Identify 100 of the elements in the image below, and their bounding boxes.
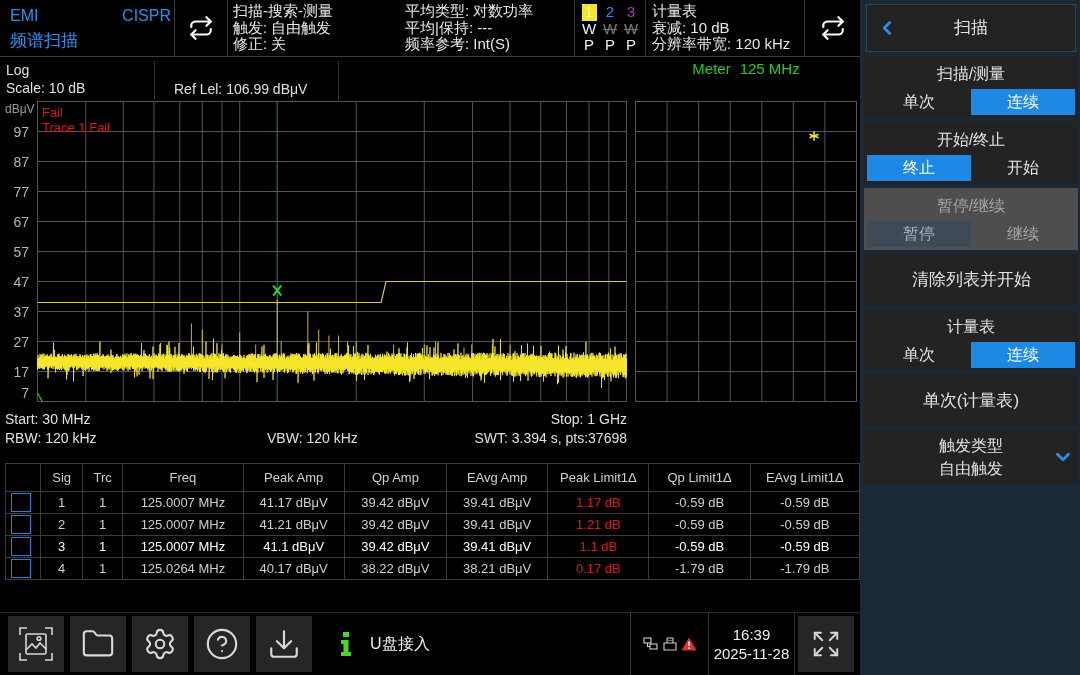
toggle-option[interactable]: 连续: [971, 342, 1075, 368]
screenshot-button[interactable]: [8, 616, 64, 672]
toggle-option[interactable]: 连续: [971, 89, 1075, 115]
table-cell: 39.41 dBμV: [446, 513, 548, 536]
table-cell: 3: [40, 535, 83, 558]
trigger-type-dropdown[interactable]: 触发类型 自由触发: [864, 430, 1078, 483]
table-cell: 125.0007 MHz: [122, 491, 244, 514]
table-cell: 39.42 dBμV: [344, 535, 447, 558]
table-cell: -0.59 dB: [649, 513, 751, 536]
axis-tick-label: 87: [13, 153, 29, 170]
table-cell: 125.0264 MHz: [122, 557, 244, 580]
download-button[interactable]: [256, 616, 312, 672]
axis-tick-label: 57: [13, 243, 29, 260]
table-cell: 1: [82, 513, 123, 536]
table-cell: 1: [82, 491, 123, 514]
ref-level-label: Ref Lel: 106.99 dBμV: [174, 80, 308, 98]
column-header: Qp Amp: [344, 463, 447, 492]
average-setting-text: 频率参考: Int(S): [405, 36, 511, 53]
table-cell: 39.42 dBμV: [344, 513, 447, 536]
trace-mode: W: [581, 20, 597, 37]
column-header: EAvg Amp: [446, 463, 548, 492]
axis-tick-label: 7: [21, 385, 29, 401]
axis-tick-label: 77: [13, 183, 29, 200]
row-checkbox[interactable]: [11, 537, 31, 556]
expand-icon: [811, 629, 841, 659]
info-icon: [340, 632, 352, 656]
table-cell: 0.17 dB: [547, 557, 649, 580]
sweep-setting-text: 触发: 自由触发: [233, 19, 333, 36]
table-cell: -1.79 dB: [649, 557, 751, 580]
axis-tick-label: 97: [13, 123, 29, 140]
fail-message: Fail: [42, 105, 64, 120]
trace-mode: W: [623, 20, 639, 37]
row-checkbox[interactable]: [11, 493, 31, 512]
settings-icon: [143, 627, 177, 661]
table-cell: 1.17 dB: [547, 491, 649, 514]
asterisk-icon: [809, 131, 819, 141]
function-label: 频谱扫描: [10, 30, 79, 50]
toggle-option[interactable]: 单次: [867, 89, 971, 115]
average-setting-text: 平均|保持: ---: [405, 19, 494, 36]
table-cell: 1: [40, 491, 83, 514]
clock-date: 2025-11-28: [713, 644, 790, 663]
marker-x-icon: [272, 284, 283, 297]
trace-number[interactable]: 3: [623, 4, 639, 21]
row-checkbox[interactable]: [11, 559, 31, 578]
meter-title: Meter: [692, 60, 731, 79]
table-cell: -0.59 dB: [750, 491, 860, 514]
column-header: EAvg Limit1Δ: [750, 463, 860, 492]
help-button[interactable]: [194, 616, 250, 672]
sweep-setting-text: 修正: 关: [233, 36, 288, 53]
meter-frequency: 125 MHz: [739, 60, 800, 79]
mode-label: EMI: [10, 6, 39, 25]
toggle-title: 暂停/继续: [936, 196, 1006, 216]
column-header: Sig: [40, 463, 83, 492]
download-icon: [267, 627, 301, 661]
table-cell: 38.21 dBμV: [446, 557, 548, 580]
warning-icon: [680, 637, 697, 651]
menu-button[interactable]: 单次(计量表): [864, 375, 1078, 426]
scale-label: Scale: 10 dB: [6, 79, 87, 97]
average-setting-text: 平均类型: 对数功率: [405, 3, 535, 20]
table-cell: -0.59 dB: [750, 535, 860, 558]
trace-detector: P: [605, 37, 615, 54]
meter-setting-text: 计量表: [652, 3, 698, 20]
toggle-option[interactable]: 开始: [971, 155, 1075, 181]
axis-tick-label: 47: [13, 273, 29, 290]
toggle-option[interactable]: 单次: [867, 342, 971, 368]
rbw-label: RBW: 120 kHz: [5, 429, 98, 448]
trace-number[interactable]: 2: [602, 4, 618, 21]
fullscreen-button[interactable]: [798, 616, 854, 672]
help-icon: [205, 627, 239, 661]
image-frame-icon: [18, 626, 54, 662]
meter-setting-text: 分辨率带宽: 120 kHz: [652, 36, 792, 53]
folder-button[interactable]: [70, 616, 126, 672]
table-cell: 41.21 dBμV: [243, 513, 345, 536]
table-cell: -0.59 dB: [649, 491, 751, 514]
table-cell: 4: [40, 557, 83, 580]
trace-detector: P: [584, 37, 594, 54]
scale-type-label: Log: [6, 61, 31, 79]
table-cell: 39.41 dBμV: [446, 535, 548, 558]
start-frequency-label: Start: 30 MHz: [5, 410, 91, 429]
table-cell: -1.79 dB: [750, 557, 860, 580]
column-header: Freq: [122, 463, 244, 492]
table-cell: 1.1 dB: [547, 535, 649, 558]
corner-mark-icon: [37, 392, 43, 402]
row-checkbox[interactable]: [11, 515, 31, 534]
axis-tick-label: 27: [13, 333, 29, 350]
toggle-title: 扫描/测量: [936, 64, 1006, 84]
column-header: Trc: [82, 463, 123, 492]
sweep-time-label: SWT: 3.394 s, pts:37698: [474, 429, 627, 448]
meter-setting-text: 衰减: 10 dB: [652, 19, 731, 36]
settings-button[interactable]: [132, 616, 188, 672]
table-cell: 1: [82, 557, 123, 580]
toggle-option[interactable]: 终止: [867, 155, 971, 181]
table-cell: 125.0007 MHz: [122, 513, 244, 536]
table-cell: -0.59 dB: [649, 535, 751, 558]
network-icon: [642, 637, 659, 651]
table-cell: 1: [82, 535, 123, 558]
table-cell: 39.41 dBμV: [446, 491, 548, 514]
table-cell: 125.0007 MHz: [122, 535, 244, 558]
table-cell: 2: [40, 513, 83, 536]
menu-button[interactable]: 清除列表并开始: [864, 254, 1078, 305]
